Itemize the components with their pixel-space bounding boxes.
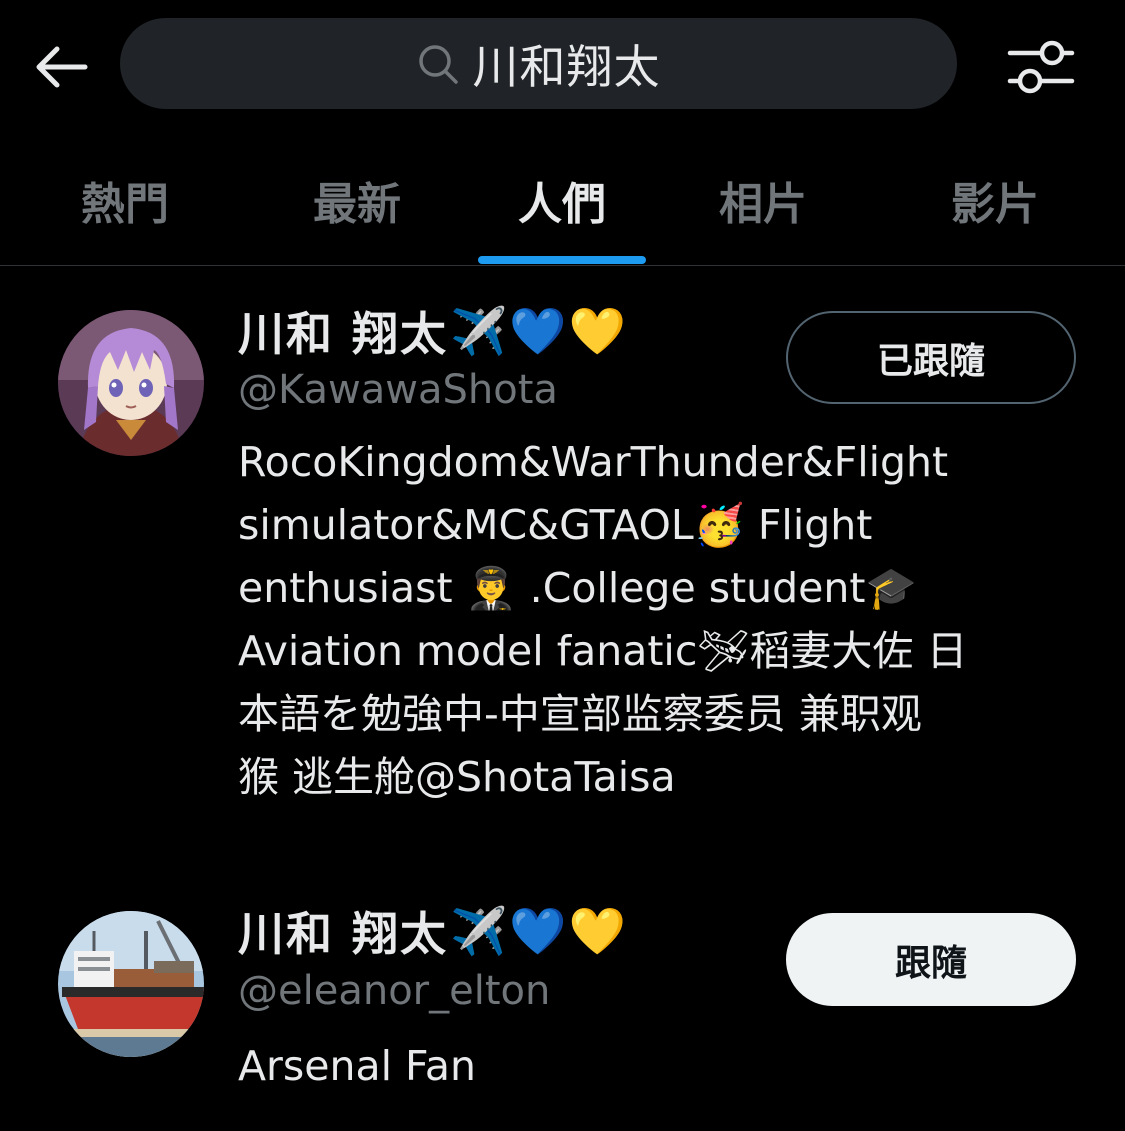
user-name-line[interactable]: 川和 翔太 ✈️ 💙 💛: [238, 900, 626, 962]
tab-top[interactable]: 熱門: [40, 135, 210, 265]
search-tabs: 熱門 最新 人們 相片 影片: [0, 135, 1125, 266]
search-filter-button[interactable]: [1000, 32, 1082, 102]
display-name: 川和 翔太: [238, 907, 449, 961]
avatar[interactable]: [58, 310, 204, 456]
user-handle[interactable]: @eleanor_elton: [238, 968, 550, 1014]
top-bar: 川和翔太: [0, 0, 1125, 135]
anime-girl-avatar-image: [58, 310, 204, 456]
bio-line: 本語を勉強中-中宣部监察委员 兼职观: [238, 690, 922, 738]
bio-line[interactable]: 猴 逃生舱@ShotaTaisa: [238, 746, 1068, 809]
tab-people[interactable]: 人們: [477, 135, 647, 265]
bio-line: Arsenal Fan: [238, 1042, 476, 1090]
blue-heart-emoji-icon: 💙: [509, 304, 567, 358]
search-query: 川和翔太: [472, 39, 661, 94]
yellow-heart-emoji-icon: 💛: [568, 304, 626, 358]
sliders-icon: [1007, 40, 1075, 94]
active-tab-indicator: [478, 256, 646, 264]
follow-button[interactable]: 跟隨: [786, 913, 1076, 1006]
following-button[interactable]: 已跟隨: [786, 311, 1076, 404]
avatar[interactable]: [58, 911, 204, 1057]
user-result-item[interactable]: 川和 翔太 ✈️ 💙 💛 @eleanor_elton 跟隨 Arsenal F…: [0, 880, 1125, 1131]
tab-latest[interactable]: 最新: [272, 135, 442, 265]
search-icon: [418, 44, 458, 84]
search-input[interactable]: 川和翔太: [120, 18, 957, 109]
user-name-line[interactable]: 川和 翔太 ✈️ 💙 💛: [238, 300, 626, 362]
arrow-left-icon: [36, 46, 88, 88]
bio-line: RocoKingdom&WarThunder&Flight: [238, 438, 949, 486]
user-bio: Arsenal Fan: [238, 1035, 1068, 1098]
yellow-heart-emoji-icon: 💛: [568, 904, 626, 958]
user-handle[interactable]: @KawawaShota: [238, 367, 558, 413]
tab-photos[interactable]: 相片: [678, 135, 848, 265]
bio-line: enthusiast 👨‍✈️ .College student🎓: [238, 564, 917, 612]
blue-heart-emoji-icon: 💙: [509, 904, 567, 958]
user-bio: RocoKingdom&WarThunder&Flight simulator&…: [238, 431, 1068, 809]
bio-line: simulator&MC&GTAOL🥳 Flight: [238, 501, 873, 549]
search-inner: 川和翔太: [417, 31, 661, 97]
display-name: 川和 翔太: [238, 307, 449, 361]
user-result-item[interactable]: 川和 翔太 ✈️ 💙 💛 @KawawaShota 已跟隨 RocoKingdo…: [0, 265, 1125, 845]
cargo-ship-avatar-image: [58, 911, 204, 1057]
airplane-emoji-icon: ✈️: [450, 304, 508, 358]
tab-videos[interactable]: 影片: [910, 135, 1080, 265]
airplane-emoji-icon: ✈️: [450, 904, 508, 958]
back-button[interactable]: [28, 36, 94, 98]
bio-line: Aviation model fanatic🛩稻妻大佐 日: [238, 627, 968, 675]
